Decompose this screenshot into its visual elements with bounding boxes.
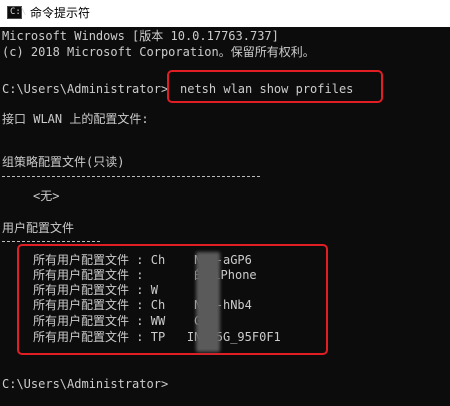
group-policy-divider	[2, 176, 260, 177]
profile-name: WW G	[150, 314, 202, 328]
console-output[interactable]: Microsoft Windows [版本 10.0.17763.737] (c…	[0, 27, 450, 406]
profile-row: 所有用户配置文件 : WW G	[33, 314, 201, 328]
profile-separator: :	[136, 253, 144, 267]
command-prompt-window: C:\ 命令提示符 Microsoft Windows [版本 10.0.177…	[0, 0, 450, 406]
prompt-line-1: C:\Users\Administrator>	[2, 82, 168, 96]
profile-label: 所有用户配置文件	[33, 283, 130, 297]
cmd-icon-glyph: C:\	[10, 7, 27, 17]
profile-separator: :	[136, 298, 144, 312]
prompt-path: C:\Users\Administrator>	[2, 82, 169, 96]
profile-name: W	[150, 283, 158, 297]
profile-row: 所有用户配置文件 : TP INK_5G_95F0F1	[33, 330, 281, 344]
profile-separator: :	[136, 314, 144, 328]
interface-line: 接口 WLAN 上的配置文件:	[2, 112, 149, 126]
version-line: Microsoft Windows [版本 10.0.17763.737]	[2, 29, 279, 43]
redaction-blur	[196, 252, 220, 352]
profile-separator: :	[136, 283, 144, 297]
profile-label: 所有用户配置文件	[33, 330, 130, 344]
copyright-line: (c) 2018 Microsoft Corporation。保留所有权利。	[2, 45, 315, 59]
prompt-line-2: C:\Users\Administrator>	[2, 377, 169, 391]
profile-label: 所有用户配置文件	[33, 314, 130, 328]
group-policy-title: 组策略配置文件(只读)	[2, 155, 125, 169]
profile-separator: :	[136, 330, 144, 344]
user-profiles-divider	[2, 241, 100, 242]
profile-row: 所有用户配置文件 : W	[33, 283, 158, 297]
profile-separator: :	[136, 268, 144, 282]
title-bar[interactable]: C:\ 命令提示符	[0, 0, 450, 27]
window-title: 命令提示符	[30, 6, 91, 20]
profile-label: 所有用户配置文件	[33, 298, 130, 312]
group-policy-none: <无>	[33, 189, 60, 203]
cmd-icon: C:\	[7, 6, 26, 19]
profile-label: 所有用户配置文件	[33, 268, 130, 282]
user-profiles-title: 用户配置文件	[2, 221, 75, 235]
command-highlight-box	[167, 70, 383, 103]
profile-row: 所有用户配置文件 : 的 iPhone	[33, 268, 257, 282]
profile-label: 所有用户配置文件	[33, 253, 130, 267]
